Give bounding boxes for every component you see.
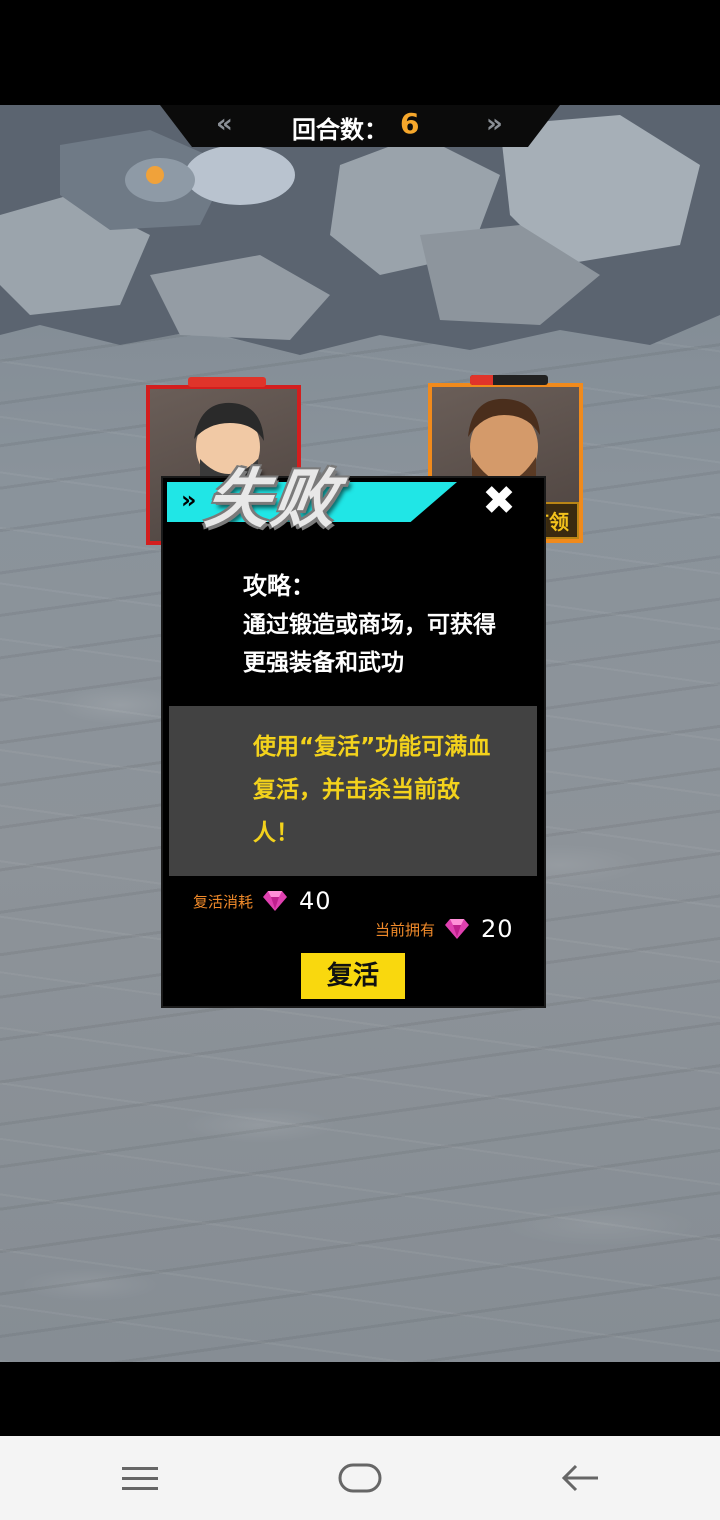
- enemy-hp-fill: [470, 375, 494, 385]
- enemy-hp-bar: [470, 375, 548, 385]
- round-counter-bar: « 回合数： 6 »: [160, 105, 560, 147]
- revive-cost-value: 40: [299, 887, 332, 915]
- player-hp-fill: [188, 377, 266, 387]
- gem-icon: [445, 919, 470, 939]
- revive-info-box: 使用“复活”功能可满血复活，并击杀当前敌人！: [169, 706, 537, 876]
- close-button[interactable]: ✖: [476, 478, 522, 524]
- round-next-arrow-icon: »: [486, 109, 503, 139]
- player-hp-bar: [188, 377, 266, 387]
- close-icon: ✖: [482, 478, 516, 524]
- tip-heading: 攻略：: [243, 572, 315, 600]
- round-label: 回合数：: [292, 116, 388, 144]
- owned-gems-row: 当前拥有 20: [375, 912, 514, 946]
- round-value: 6: [400, 107, 420, 140]
- defeat-dialog: » 失败 ✖ 攻略： 通过锻造或商场，可获得更强装备和武功 使用“复活”功能可满…: [163, 463, 544, 1006]
- system-nav-bar: [0, 1436, 720, 1520]
- banner-chevron-icon: »: [181, 486, 197, 514]
- defeat-title: 失败: [200, 463, 344, 537]
- home-icon[interactable]: [330, 1458, 390, 1498]
- revive-cost-row: 复活消耗 40: [193, 884, 332, 918]
- revive-cost-label: 复活消耗: [193, 892, 254, 911]
- back-icon[interactable]: [550, 1458, 610, 1498]
- menu-icon[interactable]: [110, 1458, 170, 1498]
- revive-info-text: 使用“复活”功能可满血复活，并击杀当前敌人！: [253, 734, 491, 846]
- revive-button[interactable]: 复活: [301, 953, 405, 999]
- round-prev-arrow-icon: «: [216, 109, 233, 139]
- owned-gems-value: 20: [481, 915, 514, 943]
- owned-gems-label: 当前拥有: [375, 920, 436, 939]
- gem-icon: [263, 891, 288, 911]
- tip-body: 通过锻造或商场，可获得更强装备和武功: [243, 612, 496, 676]
